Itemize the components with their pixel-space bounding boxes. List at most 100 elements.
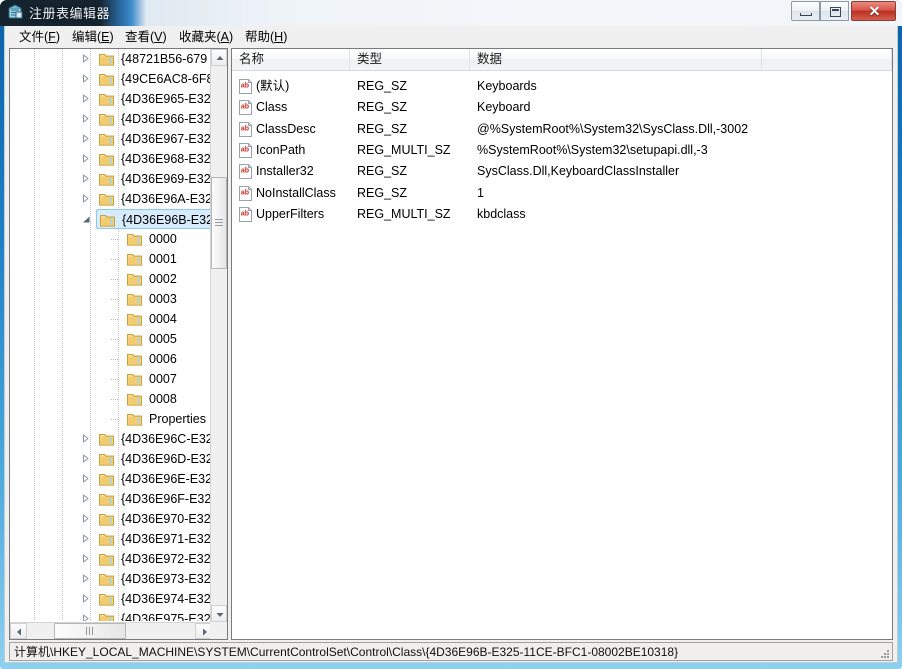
value-row[interactable]: abClassREG_SZKeyboard xyxy=(232,97,892,118)
column-header-2[interactable]: 数据 xyxy=(470,49,762,70)
tree-vertical-scrollbar[interactable] xyxy=(210,49,227,622)
menu-item-0[interactable]: 文件(F) xyxy=(15,28,64,46)
folder-icon xyxy=(99,592,114,606)
tree-item-21[interactable]: {4D36E96E-E32 xyxy=(96,469,212,489)
tree-item-label: 0008 xyxy=(149,389,177,409)
expand-arrow-icon[interactable] xyxy=(81,94,90,103)
expand-arrow-icon[interactable] xyxy=(81,494,90,503)
tree-item-2[interactable]: {4D36E965-E32 xyxy=(96,89,212,109)
column-header-0[interactable]: 名称 xyxy=(232,49,350,70)
tree-vertical-scroll-thumb[interactable] xyxy=(211,177,227,269)
tree-item-label: {49CE6AC8-6F8 xyxy=(121,69,212,89)
tree-item-28[interactable]: {4D36E975-E32 xyxy=(96,609,212,621)
folder-icon xyxy=(99,192,114,206)
scroll-up-button[interactable] xyxy=(211,49,227,66)
tree-item-0[interactable]: {48721B56-679 xyxy=(96,49,212,69)
folder-icon xyxy=(127,272,142,286)
scroll-down-button[interactable] xyxy=(211,605,227,622)
value-row[interactable]: abIconPathREG_MULTI_SZ%SystemRoot%\Syste… xyxy=(232,140,892,161)
registry-editor-icon xyxy=(7,4,24,21)
registry-values-pane[interactable]: 名称类型数据 ab(默认)REG_SZKeyboardsabClassREG_S… xyxy=(231,48,893,640)
svg-text:ab: ab xyxy=(241,210,249,217)
tree-item-label: 0000 xyxy=(149,229,177,249)
tree-item-4[interactable]: {4D36E967-E32 xyxy=(96,129,212,149)
tree-horizontal-scrollbar[interactable] xyxy=(10,622,212,639)
expand-arrow-icon[interactable] xyxy=(81,114,90,123)
folder-icon xyxy=(99,92,114,106)
folder-icon xyxy=(127,372,142,386)
tree-item-18[interactable]: Properties xyxy=(124,409,212,429)
collapse-arrow-icon[interactable] xyxy=(82,215,91,224)
tree-item-24[interactable]: {4D36E971-E32 xyxy=(96,529,212,549)
title-bar[interactable]: 注册表编辑器 ✕ xyxy=(0,0,902,26)
svg-text:ab: ab xyxy=(241,146,249,153)
value-row[interactable]: ab(默认)REG_SZKeyboards xyxy=(232,76,892,97)
expand-arrow-icon[interactable] xyxy=(81,54,90,63)
expand-arrow-icon[interactable] xyxy=(81,554,90,563)
tree-item-17[interactable]: 0008 xyxy=(124,389,212,409)
tree-item-26[interactable]: {4D36E973-E32 xyxy=(96,569,212,589)
tree-item-27[interactable]: {4D36E974-E32 xyxy=(96,589,212,609)
tree-item-8[interactable]: {4D36E96B-E32 xyxy=(96,209,212,229)
tree-item-16[interactable]: 0007 xyxy=(124,369,212,389)
expand-arrow-icon[interactable] xyxy=(81,434,90,443)
value-row[interactable]: abNoInstallClassREG_SZ1 xyxy=(232,183,892,204)
folder-icon xyxy=(99,172,114,186)
tree-item-19[interactable]: {4D36E96C-E32 xyxy=(96,429,212,449)
tree-item-9[interactable]: 0000 xyxy=(124,229,212,249)
expand-arrow-icon[interactable] xyxy=(81,74,90,83)
expand-arrow-icon[interactable] xyxy=(81,514,90,523)
menu-item-2[interactable]: 查看(V) xyxy=(121,28,171,46)
string-value-icon: ab xyxy=(238,207,253,222)
tree-item-20[interactable]: {4D36E96D-E32 xyxy=(96,449,212,469)
maximize-button[interactable] xyxy=(820,1,849,21)
column-header-3[interactable] xyxy=(762,49,892,70)
menu-item-4[interactable]: 帮助(H) xyxy=(241,28,291,46)
expand-arrow-icon[interactable] xyxy=(81,174,90,183)
value-row[interactable]: abClassDescREG_SZ@%SystemRoot%\System32\… xyxy=(232,119,892,140)
expand-arrow-icon[interactable] xyxy=(81,594,90,603)
tree-item-13[interactable]: 0004 xyxy=(124,309,212,329)
tree-item-12[interactable]: 0003 xyxy=(124,289,212,309)
value-row[interactable]: abInstaller32REG_SZSysClass.Dll,Keyboard… xyxy=(232,161,892,182)
registry-tree[interactable]: {48721B56-679{49CE6AC8-6F8{4D36E965-E32{… xyxy=(10,49,212,621)
folder-icon xyxy=(99,512,114,526)
expand-arrow-icon[interactable] xyxy=(81,534,90,543)
value-name: IconPath xyxy=(256,140,305,161)
expand-arrow-icon[interactable] xyxy=(81,574,90,583)
maximize-icon xyxy=(830,7,841,17)
value-row[interactable]: abUpperFiltersREG_MULTI_SZkbdclass xyxy=(232,204,892,225)
menu-item-1[interactable]: 编辑(E) xyxy=(68,28,118,46)
tree-item-1[interactable]: {49CE6AC8-6F8 xyxy=(96,69,212,89)
tree-item-25[interactable]: {4D36E972-E32 xyxy=(96,549,212,569)
values-column-header[interactable]: 名称类型数据 xyxy=(232,49,892,71)
resize-grip-icon[interactable] xyxy=(878,647,890,659)
expand-arrow-icon[interactable] xyxy=(81,154,90,163)
registry-tree-pane[interactable]: {48721B56-679{49CE6AC8-6F8{4D36E965-E32{… xyxy=(9,48,228,640)
expand-arrow-icon[interactable] xyxy=(81,134,90,143)
minimize-button[interactable] xyxy=(791,1,820,21)
expand-arrow-icon[interactable] xyxy=(81,614,90,621)
expand-arrow-icon[interactable] xyxy=(81,474,90,483)
expand-arrow-icon[interactable] xyxy=(81,194,90,203)
scroll-left-button[interactable] xyxy=(10,623,27,639)
value-name: Installer32 xyxy=(256,161,314,182)
scroll-grip-icon xyxy=(215,219,223,227)
close-button[interactable]: ✕ xyxy=(851,1,896,21)
tree-item-10[interactable]: 0001 xyxy=(124,249,212,269)
tree-item-7[interactable]: {4D36E96A-E32 xyxy=(96,189,212,209)
tree-item-3[interactable]: {4D36E966-E32 xyxy=(96,109,212,129)
tree-item-5[interactable]: {4D36E968-E32 xyxy=(96,149,212,169)
value-type: REG_SZ xyxy=(357,183,407,204)
tree-item-11[interactable]: 0002 xyxy=(124,269,212,289)
tree-horizontal-scroll-thumb[interactable] xyxy=(54,623,126,639)
string-value-icon: ab xyxy=(238,186,253,201)
tree-item-22[interactable]: {4D36E96F-E32 xyxy=(96,489,212,509)
tree-item-23[interactable]: {4D36E970-E32 xyxy=(96,509,212,529)
expand-arrow-icon[interactable] xyxy=(81,454,90,463)
menu-item-3[interactable]: 收藏夹(A) xyxy=(175,28,237,46)
column-header-1[interactable]: 类型 xyxy=(350,49,470,70)
tree-item-15[interactable]: 0006 xyxy=(124,349,212,369)
tree-item-6[interactable]: {4D36E969-E32 xyxy=(96,169,212,189)
tree-item-14[interactable]: 0005 xyxy=(124,329,212,349)
